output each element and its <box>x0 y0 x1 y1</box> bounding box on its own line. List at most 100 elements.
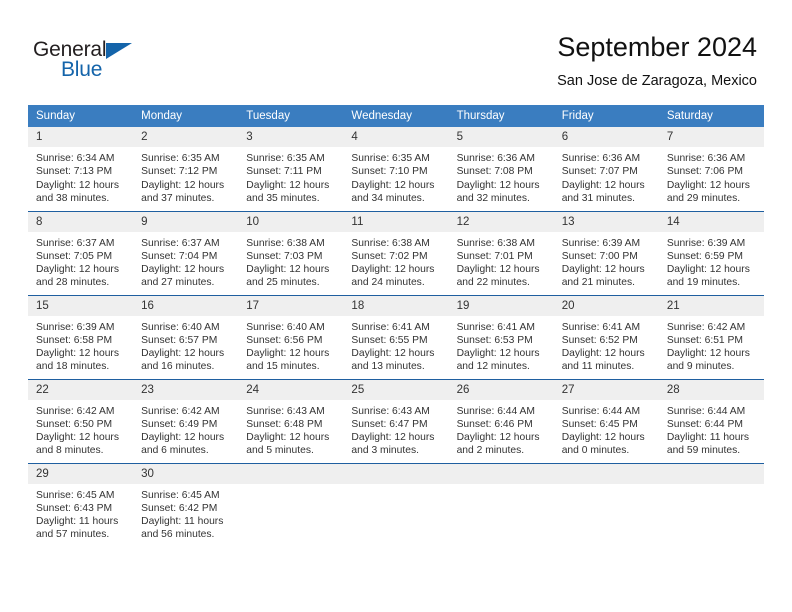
day-number: 1 <box>28 127 134 147</box>
day-number: 28 <box>658 379 764 400</box>
day-details: Sunrise: 6:43 AM Sunset: 6:47 PM Daylight:… <box>343 400 448 458</box>
calendar-week-row: 15 Sunrise: 6:39 AM Sunset: 6:58 PM Dayligh… <box>28 294 764 379</box>
daylight-duration-line1: Daylight: 12 hours <box>36 264 119 276</box>
calendar-day-cell[interactable]: 14 Sunrise: 6:39 AM Sunset: 6:59 PM Dayligh… <box>658 210 764 295</box>
sunset-time: Sunset: 7:10 PM <box>351 166 428 178</box>
day-details: Sunrise: 6:42 AM Sunset: 6:50 PM Daylight:… <box>28 400 133 458</box>
brand-name-blue: Blue <box>61 58 103 81</box>
calendar-day-cell[interactable]: 18 Sunrise: 6:41 AM Sunset: 6:55 PM Dayligh… <box>343 294 449 379</box>
calendar-day-cell[interactable]: 3 Sunrise: 6:35 AM Sunset: 7:11 PM Daylight… <box>238 127 344 211</box>
day-details: Sunrise: 6:35 AM Sunset: 7:11 PM Daylight:… <box>238 147 343 205</box>
calendar-body: 1 Sunrise: 6:34 AM Sunset: 7:13 PM Daylight… <box>28 127 764 547</box>
daylight-duration-line2: and 25 minutes. <box>246 277 320 289</box>
calendar-day-cell[interactable]: 24 Sunrise: 6:43 AM Sunset: 6:48 PM Dayligh… <box>238 378 344 463</box>
sunrise-time: Sunrise: 6:39 AM <box>36 321 115 333</box>
day-number <box>343 463 449 484</box>
calendar-day-cell[interactable]: 10 Sunrise: 6:38 AM Sunset: 7:03 PM Dayligh… <box>238 210 344 295</box>
sunset-time: Sunset: 6:46 PM <box>456 418 533 430</box>
daylight-duration-line2: and 3 minutes. <box>351 445 419 457</box>
calendar-day-cell[interactable]: 29 Sunrise: 6:45 AM Sunset: 6:43 PM Dayligh… <box>28 462 134 547</box>
calendar-day-cell-empty <box>343 462 449 547</box>
calendar-day-cell[interactable]: 16 Sunrise: 6:40 AM Sunset: 6:57 PM Dayligh… <box>133 294 239 379</box>
calendar-day-cell[interactable]: 7 Sunrise: 6:36 AM Sunset: 7:06 PM Daylight… <box>658 127 764 211</box>
day-details: Sunrise: 6:45 AM Sunset: 6:43 PM Daylight:… <box>28 484 133 542</box>
calendar-header-row: Sunday Monday Tuesday Wednesday Thursday… <box>28 105 764 127</box>
calendar-day-cell[interactable]: 13 Sunrise: 6:39 AM Sunset: 7:00 PM Dayligh… <box>553 210 659 295</box>
calendar-day-cell[interactable]: 19 Sunrise: 6:41 AM Sunset: 6:53 PM Dayligh… <box>448 294 554 379</box>
calendar-day-cell[interactable]: 28 Sunrise: 6:44 AM Sunset: 6:44 PM Dayligh… <box>658 378 764 463</box>
daylight-duration-line1: Daylight: 12 hours <box>561 179 645 191</box>
calendar-day-cell[interactable]: 17 Sunrise: 6:40 AM Sunset: 6:56 PM Dayligh… <box>238 294 344 379</box>
daylight-duration-line2: and 6 minutes. <box>141 445 209 457</box>
sunrise-time: Sunrise: 6:38 AM <box>246 237 325 249</box>
day-number <box>658 463 764 484</box>
day-details: Sunrise: 6:36 AM Sunset: 7:06 PM Daylight:… <box>659 147 764 205</box>
calendar-day-cell-empty <box>448 462 554 547</box>
page-header: General Blue September 2024 San Jose de … <box>0 0 792 100</box>
sunset-time: Sunset: 7:04 PM <box>141 250 218 262</box>
day-number: 9 <box>133 211 239 232</box>
sunrise-time: Sunrise: 6:38 AM <box>456 237 535 249</box>
calendar-day-cell[interactable]: 27 Sunrise: 6:44 AM Sunset: 6:45 PM Dayligh… <box>553 378 659 463</box>
calendar-day-cell[interactable]: 15 Sunrise: 6:39 AM Sunset: 6:58 PM Dayligh… <box>28 294 134 379</box>
calendar-day-cell[interactable]: 5 Sunrise: 6:36 AM Sunset: 7:08 PM Daylight… <box>448 127 554 211</box>
calendar-day-cell-empty <box>238 462 344 547</box>
weekday-header-saturday: Saturday <box>658 105 764 127</box>
calendar-day-cell[interactable]: 21 Sunrise: 6:42 AM Sunset: 6:51 PM Dayligh… <box>658 294 764 379</box>
calendar-page: General Blue September 2024 San Jose de … <box>0 0 792 612</box>
day-details: Sunrise: 6:41 AM Sunset: 6:53 PM Daylight:… <box>449 316 554 374</box>
day-details: Sunrise: 6:38 AM Sunset: 7:02 PM Daylight:… <box>343 232 448 290</box>
calendar-day-cell[interactable]: 26 Sunrise: 6:44 AM Sunset: 6:46 PM Dayligh… <box>448 378 554 463</box>
weekday-header-wednesday: Wednesday <box>343 105 449 127</box>
calendar-day-cell[interactable]: 4 Sunrise: 6:35 AM Sunset: 7:10 PM Daylight… <box>343 127 449 211</box>
calendar-day-cell[interactable]: 12 Sunrise: 6:38 AM Sunset: 7:01 PM Dayligh… <box>448 210 554 295</box>
day-details: Sunrise: 6:41 AM Sunset: 6:52 PM Daylight:… <box>554 316 659 374</box>
sunset-time: Sunset: 6:47 PM <box>351 418 428 430</box>
daylight-duration-line1: Daylight: 12 hours <box>141 348 225 360</box>
sunrise-time: Sunrise: 6:45 AM <box>141 489 220 501</box>
day-details: Sunrise: 6:45 AM Sunset: 6:42 PM Daylight:… <box>133 484 238 542</box>
daylight-duration-line1: Daylight: 11 hours <box>141 516 224 528</box>
sunset-time: Sunset: 6:52 PM <box>561 334 638 346</box>
day-details: Sunrise: 6:40 AM Sunset: 6:56 PM Daylight:… <box>238 316 343 374</box>
sunrise-time: Sunrise: 6:35 AM <box>246 153 325 164</box>
day-number: 29 <box>28 463 134 484</box>
page-title: September 2024 <box>557 32 757 62</box>
calendar-day-cell[interactable]: 25 Sunrise: 6:43 AM Sunset: 6:47 PM Dayligh… <box>343 378 449 463</box>
sunset-time: Sunset: 7:07 PM <box>561 166 638 178</box>
sunset-time: Sunset: 6:59 PM <box>666 250 743 262</box>
daylight-duration-line2: and 2 minutes. <box>456 445 525 457</box>
day-details: Sunrise: 6:36 AM Sunset: 7:07 PM Daylight:… <box>554 147 659 205</box>
calendar-day-cell[interactable]: 1 Sunrise: 6:34 AM Sunset: 7:13 PM Daylight… <box>28 127 134 211</box>
day-details: Sunrise: 6:44 AM Sunset: 6:44 PM Daylight:… <box>659 400 764 458</box>
daylight-duration-line2: and 8 minutes. <box>36 445 104 457</box>
day-number: 13 <box>553 211 659 232</box>
day-number: 21 <box>658 295 764 316</box>
calendar-day-cell[interactable]: 9 Sunrise: 6:37 AM Sunset: 7:04 PM Daylight… <box>133 210 239 295</box>
day-details: Sunrise: 6:37 AM Sunset: 7:05 PM Daylight:… <box>28 232 133 290</box>
day-number: 30 <box>133 463 239 484</box>
calendar-day-cell[interactable]: 20 Sunrise: 6:41 AM Sunset: 6:52 PM Dayligh… <box>553 294 659 379</box>
day-details: Sunrise: 6:35 AM Sunset: 7:12 PM Daylight:… <box>133 147 238 205</box>
daylight-duration-line1: Daylight: 12 hours <box>246 179 330 191</box>
day-number: 3 <box>238 127 344 147</box>
sunset-time: Sunset: 7:13 PM <box>36 166 113 178</box>
brand-logo[interactable]: General Blue <box>33 38 203 86</box>
calendar-day-cell[interactable]: 22 Sunrise: 6:42 AM Sunset: 6:50 PM Dayligh… <box>28 378 134 463</box>
sunrise-time: Sunrise: 6:37 AM <box>141 237 220 249</box>
day-details: Sunrise: 6:35 AM Sunset: 7:10 PM Daylight:… <box>343 147 448 205</box>
sunrise-time: Sunrise: 6:44 AM <box>666 405 746 417</box>
calendar-day-cell[interactable]: 11 Sunrise: 6:38 AM Sunset: 7:02 PM Dayligh… <box>343 210 449 295</box>
calendar-day-cell[interactable]: 30 Sunrise: 6:45 AM Sunset: 6:42 PM Dayligh… <box>133 462 239 547</box>
calendar-day-cell[interactable]: 23 Sunrise: 6:42 AM Sunset: 6:49 PM Dayligh… <box>133 378 239 463</box>
daylight-duration-line2: and 35 minutes. <box>246 192 320 204</box>
daylight-duration-line2: and 57 minutes. <box>36 529 110 541</box>
daylight-duration-line2: and 19 minutes. <box>666 277 741 289</box>
daylight-duration-line1: Daylight: 12 hours <box>351 179 435 191</box>
calendar-day-cell[interactable]: 8 Sunrise: 6:37 AM Sunset: 7:05 PM Daylight… <box>28 210 134 295</box>
sunset-time: Sunset: 6:55 PM <box>351 334 428 346</box>
sunrise-time: Sunrise: 6:40 AM <box>246 321 325 333</box>
calendar-day-cell[interactable]: 2 Sunrise: 6:35 AM Sunset: 7:12 PM Daylight… <box>133 127 239 211</box>
calendar-day-cell[interactable]: 6 Sunrise: 6:36 AM Sunset: 7:07 PM Daylight… <box>553 127 659 211</box>
sunset-time: Sunset: 6:43 PM <box>36 502 113 514</box>
